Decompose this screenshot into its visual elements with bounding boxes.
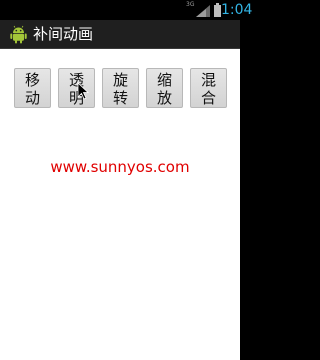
website-text: www.sunnyos.com [50, 158, 190, 176]
mix-button-label-1: 混 [200, 71, 216, 89]
signal-icon [196, 5, 210, 17]
android-icon [10, 25, 27, 44]
move-button-label-2: 动 [24, 89, 40, 107]
rotate-button[interactable]: 旋 转 [102, 68, 139, 108]
action-bar: 补间动画 [0, 20, 240, 49]
scale-button-label-1: 缩 [156, 71, 172, 89]
rotate-button-label-2: 转 [112, 89, 128, 107]
rotate-button-label-1: 旋 [112, 71, 128, 89]
mix-button[interactable]: 混 合 [190, 68, 227, 108]
main-content: 移 动 透 明 旋 转 缩 放 混 合 www.sunnyos.com [0, 49, 240, 360]
mix-button-label-2: 合 [200, 89, 216, 107]
battery-icon [214, 3, 221, 17]
app-title: 补间动画 [33, 25, 94, 43]
move-button[interactable]: 移 动 [14, 68, 51, 108]
status-clock: 1:04 [221, 2, 253, 18]
move-button-label-1: 移 [24, 71, 40, 89]
scale-button-label-2: 放 [156, 89, 172, 107]
scale-button[interactable]: 缩 放 [146, 68, 183, 108]
status-bar: 3G 1:04 [0, 0, 252, 20]
mouse-cursor-icon [77, 82, 89, 100]
